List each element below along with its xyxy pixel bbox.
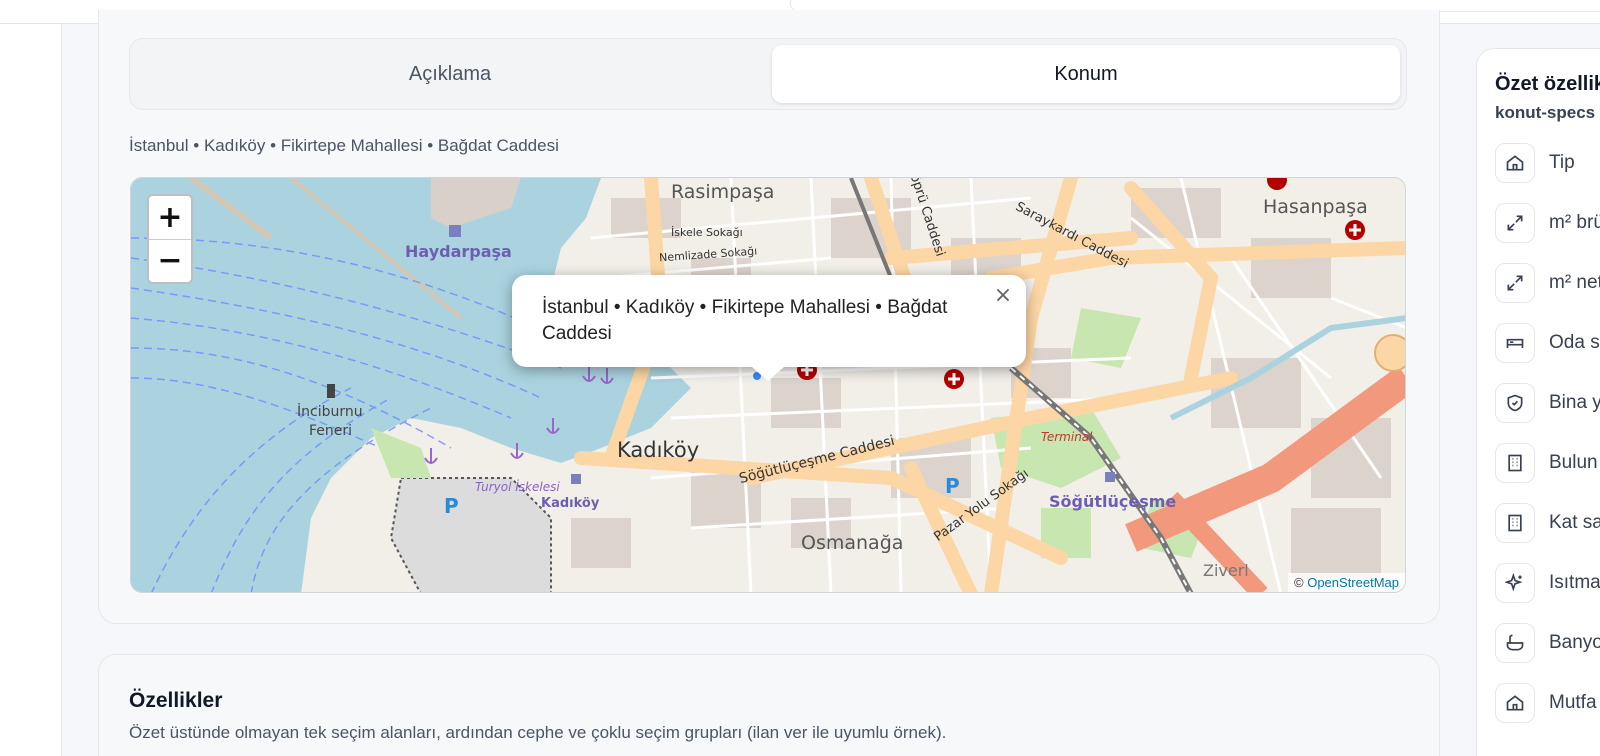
spec-label: Bina y — [1549, 392, 1600, 413]
spec-row-kat-sayisi: Kat sa — [1495, 503, 1600, 543]
spec-label: Tip — [1549, 152, 1575, 173]
features-description: Özet üstünde olmayan tek seçim alanları,… — [129, 723, 947, 742]
spec-label: Banyo — [1549, 632, 1600, 653]
map-label-rasimpasa: Rasimpaşa — [671, 181, 775, 203]
location-address: İstanbul • Kadıköy • Fikirtepe Mahallesi… — [129, 136, 559, 155]
expand-icon — [1495, 203, 1535, 243]
sparkles-icon — [1495, 563, 1535, 603]
map-popup-text: İstanbul • Kadıköy • Fikirtepe Mahallesi… — [542, 297, 948, 344]
map-label-kadikoy-iskele: Kadıköy — [541, 496, 600, 511]
bed-icon — [1495, 323, 1535, 363]
close-icon[interactable]: × — [992, 283, 1014, 308]
building-icon — [1495, 503, 1535, 543]
openstreetmap-link[interactable]: OpenStreetMap — [1307, 575, 1399, 590]
location-map[interactable]: Rasimpaşa Haydarpaşa Hasanpaşa Kadıköy İ… — [130, 177, 1406, 593]
attribution-copyright: © — [1294, 575, 1304, 590]
expand-icon — [1495, 263, 1535, 303]
spec-label: Oda s — [1549, 332, 1600, 353]
spec-row-bina: Bina y — [1495, 383, 1600, 423]
map-label-haydarpasa: Haydarpaşa — [405, 242, 512, 261]
map-popup: İstanbul • Kadıköy • Fikirtepe Mahallesi… — [512, 275, 1026, 381]
map-zoom-control: + − — [147, 194, 193, 284]
features-title: Özellikler — [129, 689, 223, 712]
zoom-out-button[interactable]: − — [149, 239, 191, 282]
map-label-hasanpasa: Hasanpaşa — [1263, 196, 1368, 218]
map-label-sogutlucesme: Söğütlüçeşme — [1049, 492, 1177, 511]
listing-detail-card: Açıklama Konum İstanbul • Kadıköy • Fiki… — [98, 10, 1440, 624]
home-icon — [1495, 143, 1535, 183]
map-parking-icon: P — [444, 494, 459, 518]
spec-row-m2-net: m² net — [1495, 263, 1600, 303]
map-label-terminal: Terminal — [1041, 430, 1093, 444]
map-label-kadikoy: Kadıköy — [617, 438, 700, 462]
summary-subtitle: konut-specs — [1495, 103, 1596, 122]
tab-konum[interactable]: Konum — [772, 45, 1400, 103]
map-tiles[interactable] — [131, 178, 1406, 593]
map-label-inciburnu: İnciburnu — [297, 404, 363, 420]
left-sidebar — [0, 24, 62, 756]
features-card: Özellikler Özet üstünde olmayan tek seçi… — [98, 654, 1440, 756]
map-attribution: © OpenStreetMap — [1288, 573, 1405, 592]
map-label-feneri: Feneri — [309, 423, 353, 439]
map-label-turyol: Turyol İskelesi — [475, 480, 560, 494]
spec-row-isitma: Isıtma — [1495, 563, 1600, 603]
tab-aciklama[interactable]: Açıklama — [136, 45, 764, 103]
zoom-in-button[interactable]: + — [149, 196, 191, 239]
map-label-osmanaga: Osmanağa — [801, 532, 904, 554]
building-icon — [1495, 443, 1535, 483]
map-parking-icon-2: P — [945, 474, 960, 498]
spec-row-oda: Oda s — [1495, 323, 1600, 363]
bath-icon — [1495, 623, 1535, 663]
spec-row-m2-brut: m² brü — [1495, 203, 1600, 243]
spec-row-banyo: Banyo — [1495, 623, 1600, 663]
map-label-iskele-sokagi: İskele Sokağı — [671, 226, 743, 239]
spec-label: Isıtma — [1549, 572, 1600, 593]
shield-icon — [1495, 383, 1535, 423]
spec-row-mutfak: Mutfa — [1495, 683, 1597, 723]
map-popup-tip — [752, 367, 784, 381]
spec-row-tip: Tip — [1495, 143, 1575, 183]
detail-tabs: Açıklama Konum — [129, 38, 1407, 110]
spec-row-bulundugu: Bulun — [1495, 443, 1598, 483]
spec-label: Bulun — [1549, 452, 1598, 473]
summary-card: Özet özellik konut-specs Tip m² brü m² n… — [1476, 48, 1600, 756]
map-label-ziverl: Ziverl — [1203, 561, 1249, 580]
spec-label: Kat sa — [1549, 512, 1600, 533]
home-icon — [1495, 683, 1535, 723]
spec-label: Mutfa — [1549, 692, 1597, 713]
spec-label: m² brü — [1549, 212, 1600, 233]
spec-label: m² net — [1549, 272, 1600, 293]
summary-title: Özet özellik — [1495, 73, 1600, 95]
